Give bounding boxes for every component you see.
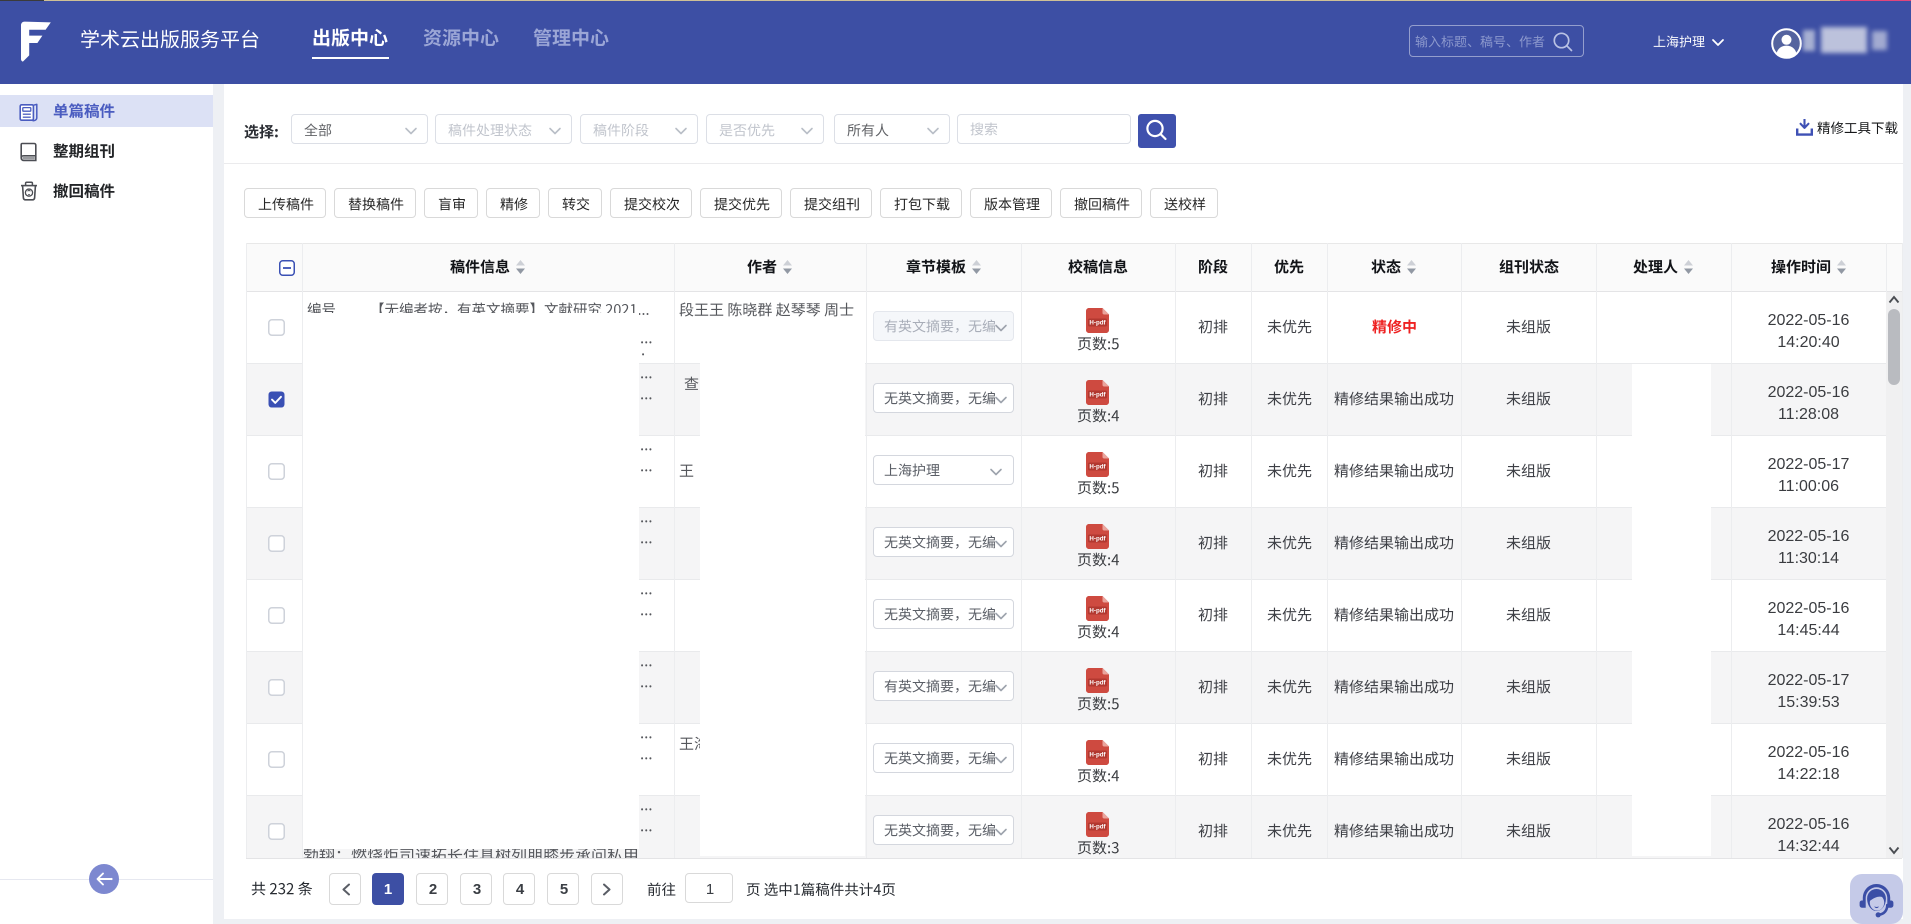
svg-text:H-pdf: H-pdf xyxy=(1089,824,1106,831)
svg-text:H-pdf: H-pdf xyxy=(1089,752,1106,759)
svg-text:H-pdf: H-pdf xyxy=(1089,608,1106,615)
svg-text:H-pdf: H-pdf xyxy=(1089,536,1106,543)
svg-text:H-pdf: H-pdf xyxy=(1089,320,1106,327)
svg-text:H-pdf: H-pdf xyxy=(1089,464,1106,471)
svg-text:H-pdf: H-pdf xyxy=(1089,680,1106,687)
svg-text:H-pdf: H-pdf xyxy=(1089,392,1106,399)
